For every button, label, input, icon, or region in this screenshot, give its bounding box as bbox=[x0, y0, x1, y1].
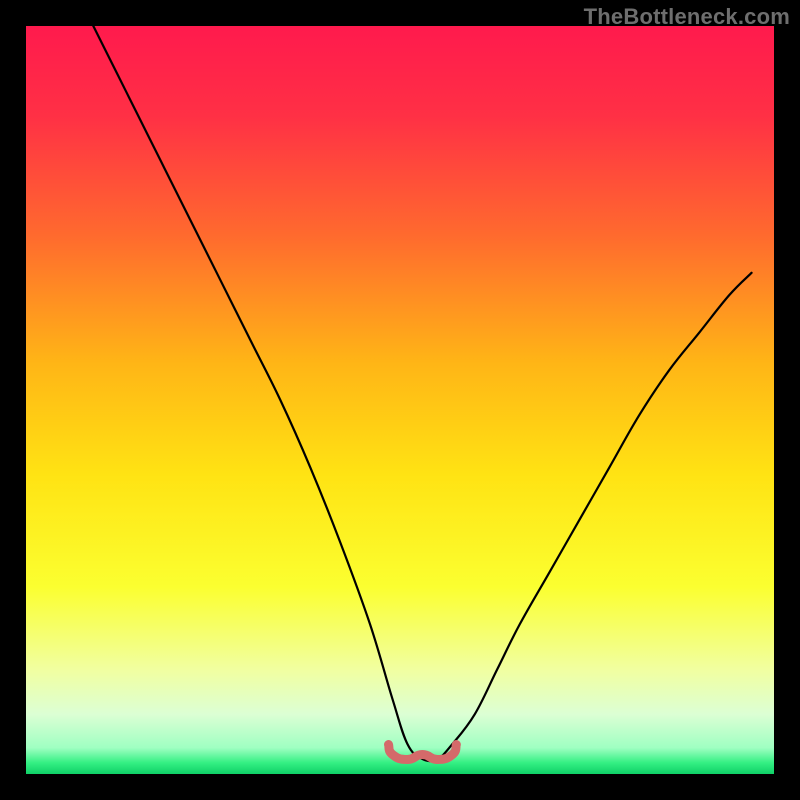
gradient-background bbox=[26, 26, 774, 774]
chart-container: TheBottleneck.com bbox=[0, 0, 800, 800]
bottleneck-chart bbox=[0, 0, 800, 800]
watermark-text: TheBottleneck.com bbox=[584, 4, 790, 30]
